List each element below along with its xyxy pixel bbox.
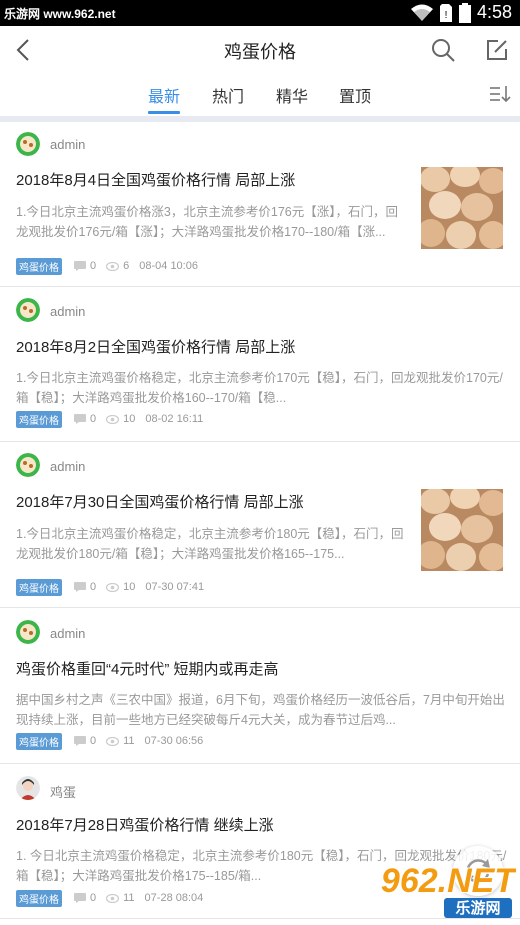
post-item[interactable]: admin 鸡蛋价格重回“4元时代” 短期内或再走高 据中国乡村之声《三农中国》… bbox=[0, 608, 520, 764]
comment-icon bbox=[74, 414, 86, 424]
post-time: 08-04 10:06 bbox=[139, 260, 198, 272]
watermark-subtext: 乐游网 bbox=[455, 899, 500, 917]
category-tag[interactable]: 鸡蛋价格 bbox=[16, 578, 62, 596]
wifi-icon bbox=[410, 4, 433, 21]
comment-count: 0 bbox=[90, 413, 97, 425]
post-meta: 鸡蛋价格 0 11 07-30 06:56 bbox=[16, 732, 204, 750]
search-icon[interactable] bbox=[430, 37, 456, 63]
tab-latest[interactable]: 最新 bbox=[148, 83, 180, 107]
comment-icon bbox=[74, 736, 86, 746]
sort-icon[interactable] bbox=[488, 84, 512, 104]
active-tab-indicator bbox=[148, 111, 180, 114]
eye-icon bbox=[106, 893, 120, 903]
status-time: 4:58 bbox=[476, 2, 512, 22]
post-meta: 鸡蛋价格 0 10 07-30 07:41 bbox=[16, 578, 205, 596]
post-item[interactable]: admin 2018年8月2日全国鸡蛋价格行情 局部上涨 1.今日北京主流鸡蛋价… bbox=[0, 287, 520, 442]
tab-bar: 最新 热门 精华 置顶 bbox=[0, 74, 520, 116]
post-author: 鸡蛋 bbox=[50, 785, 77, 800]
post-item[interactable]: admin 2018年7月30日全国鸡蛋价格行情 局部上涨 1.今日北京主流鸡蛋… bbox=[0, 442, 520, 608]
post-time: 08-02 16:11 bbox=[145, 413, 204, 425]
avatar bbox=[16, 298, 40, 322]
svg-text:!: ! bbox=[445, 10, 448, 21]
view-count: 11 bbox=[123, 892, 135, 904]
tab-pinned[interactable]: 置顶 bbox=[339, 83, 371, 107]
compose-icon[interactable] bbox=[485, 38, 509, 62]
status-watermark-text: 乐游网 www.962.net bbox=[4, 7, 116, 21]
post-excerpt: 1.今日北京主流鸡蛋价格涨3，北京主流参考价176元【涨】，石门，回龙观批发价1… bbox=[16, 205, 398, 239]
comment-count: 0 bbox=[90, 892, 97, 904]
post-item[interactable]: admin 2018年8月4日全国鸡蛋价格行情 局部上涨 1.今日北京主流鸡蛋价… bbox=[0, 122, 520, 287]
tab-hot[interactable]: 热门 bbox=[212, 83, 244, 107]
tab-featured[interactable]: 精华 bbox=[276, 83, 308, 107]
eye-icon bbox=[106, 414, 120, 424]
view-count: 10 bbox=[123, 413, 136, 425]
comment-count: 0 bbox=[90, 581, 97, 593]
post-time: 07-30 07:41 bbox=[145, 581, 205, 593]
category-tag[interactable]: 鸡蛋价格 bbox=[16, 410, 62, 428]
comment-icon bbox=[74, 261, 86, 271]
category-tag[interactable]: 鸡蛋价格 bbox=[16, 257, 62, 275]
post-time: 07-28 08:04 bbox=[144, 892, 204, 904]
eye-icon bbox=[106, 736, 120, 746]
post-title[interactable]: 鸡蛋价格重回“4元时代” 短期内或再走高 bbox=[16, 658, 279, 679]
post-title[interactable]: 2018年8月2日全国鸡蛋价格行情 局部上涨 bbox=[16, 336, 295, 357]
post-title[interactable]: 2018年7月30日全国鸡蛋价格行情 局部上涨 bbox=[16, 491, 304, 512]
view-count: 10 bbox=[123, 581, 136, 593]
eye-icon bbox=[106, 261, 120, 271]
category-tag[interactable]: 鸡蛋价格 bbox=[16, 732, 62, 750]
comment-count: 0 bbox=[90, 735, 97, 747]
avatar bbox=[16, 132, 40, 156]
comment-icon bbox=[74, 582, 86, 592]
avatar bbox=[16, 620, 40, 644]
comment-count: 0 bbox=[90, 260, 97, 272]
category-tag[interactable]: 鸡蛋价格 bbox=[16, 889, 62, 907]
app-header: 鸡蛋价格 bbox=[0, 26, 520, 74]
eye-icon bbox=[106, 582, 120, 592]
no-sim-icon: ! bbox=[439, 3, 452, 22]
view-count: 11 bbox=[123, 735, 135, 747]
post-author: admin bbox=[50, 459, 86, 474]
comment-icon bbox=[74, 893, 86, 903]
post-author: admin bbox=[50, 304, 86, 319]
post-author: admin bbox=[50, 626, 86, 641]
post-title[interactable]: 2018年7月28日鸡蛋价格行情 继续上涨 bbox=[16, 814, 274, 835]
post-meta: 鸡蛋价格 0 6 08-04 10:06 bbox=[16, 257, 198, 275]
watermark-logo: 962.NET 乐游网 bbox=[380, 861, 516, 918]
view-count: 6 bbox=[123, 260, 130, 272]
watermark-text: 962.NET bbox=[381, 862, 516, 900]
post-excerpt: 据中国乡村之声《三农中国》报道，6月下旬，鸡蛋价格经历一波低谷后，7月中旬开始出… bbox=[16, 693, 505, 727]
avatar bbox=[16, 453, 40, 477]
post-author: admin bbox=[50, 137, 86, 152]
post-thumbnail[interactable] bbox=[421, 167, 503, 249]
status-bar: 乐游网 www.962.net ! 4:58 bbox=[0, 0, 520, 26]
post-time: 07-30 06:56 bbox=[144, 735, 204, 747]
post-excerpt: 1.今日北京主流鸡蛋价格稳定，北京主流参考价180元【稳】，石门，回龙观批发价1… bbox=[16, 527, 404, 561]
post-excerpt: 1.今日北京主流鸡蛋价格稳定，北京主流参考价170元【稳】，石门，回龙观批发价1… bbox=[16, 371, 503, 405]
avatar bbox=[16, 776, 40, 800]
post-meta: 鸡蛋价格 0 11 07-28 08:04 bbox=[16, 889, 204, 907]
post-thumbnail[interactable] bbox=[421, 489, 503, 571]
post-meta: 鸡蛋价格 0 10 08-02 16:11 bbox=[16, 410, 204, 428]
post-title[interactable]: 2018年8月4日全国鸡蛋价格行情 局部上涨 bbox=[16, 169, 295, 190]
battery-icon bbox=[458, 2, 471, 23]
